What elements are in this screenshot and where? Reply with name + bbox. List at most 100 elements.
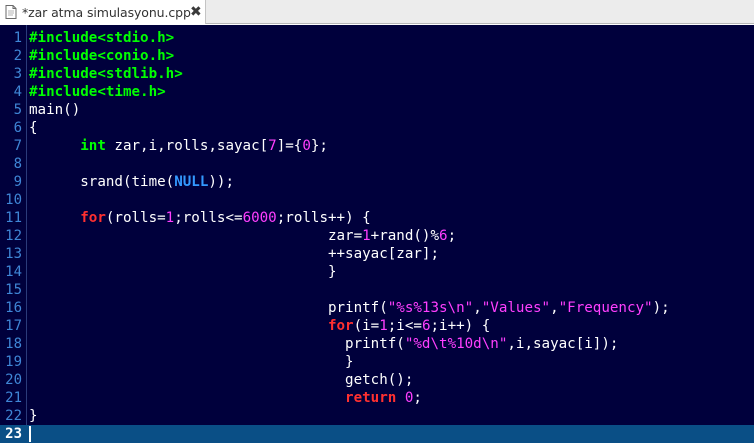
code-token-number: 1 [165, 210, 175, 226]
code-token-string: "%d [404, 336, 431, 352]
code-token-null: NULL [174, 174, 209, 190]
code-line[interactable]: 19 } [0, 353, 754, 371]
code-text: for(i=1;i<=6;i++) { [29, 317, 490, 335]
code-token-plain: zar,i,rolls,sayac[ [105, 138, 269, 154]
code-token-preprocessor: #include [29, 66, 98, 82]
code-token-number: 1 [379, 318, 388, 334]
code-line[interactable]: 14 } [0, 263, 754, 281]
code-token-plain: ); [652, 300, 670, 316]
code-token-string: " [464, 300, 474, 316]
code-token-plain: ; [447, 228, 457, 244]
code-text: } [29, 407, 38, 425]
line-number: 20 [5, 372, 22, 388]
code-line[interactable]: 1 #include<stdio.h> [0, 29, 754, 47]
code-text: #include<time.h> [29, 83, 166, 101]
code-text: int zar,i,rolls,sayac[7]={0}; [29, 137, 328, 155]
code-line[interactable]: 12 zar=1+rand()%6; [0, 227, 754, 245]
code-token-string: %10d [447, 336, 482, 352]
line-number: 8 [13, 156, 22, 172]
line-number: 22 [5, 408, 22, 424]
code-line[interactable]: 6{ [0, 119, 754, 137]
code-text: } [29, 263, 337, 281]
code-token-plain: (rolls= [105, 210, 166, 226]
code-token-plain: +rand()% [370, 228, 440, 244]
line-number: 4 [13, 84, 22, 100]
code-line[interactable]: 23 [0, 425, 754, 443]
line-number: 19 [5, 354, 22, 370]
code-text: } [29, 353, 354, 371]
code-line[interactable]: 8 [0, 155, 754, 173]
code-token-string: "%s%13s [387, 300, 448, 316]
code-token-escape: \n [481, 336, 499, 352]
code-line[interactable]: 4 #include<time.h> [0, 83, 754, 101]
code-line[interactable]: 21 return 0; [0, 389, 754, 407]
code-token-number: 6000 [242, 210, 277, 226]
code-line[interactable]: 15 [0, 281, 754, 299]
code-lines: 1 #include<stdio.h> 2 #include<conio.h> 3 #in… [0, 29, 754, 443]
code-text: main() [29, 101, 80, 119]
code-token-plain: ++sayac[zar]; [29, 246, 439, 262]
close-icon[interactable]: ✖ [190, 4, 202, 20]
line-number: 15 [5, 282, 22, 298]
code-line[interactable]: 16 printf("%s%13s\n","Values","Frequency… [0, 299, 754, 317]
code-token-plain: (i= [353, 318, 380, 334]
code-line[interactable]: 22} [0, 407, 754, 425]
code-text: srand(time(NULL)); [29, 173, 234, 191]
code-line[interactable]: 2 #include<conio.h> [0, 47, 754, 65]
code-line[interactable]: 7 int zar,i,rolls,sayac[7]={0}; [0, 137, 754, 155]
code-token-plain: ,i,sayac[i]); [507, 336, 619, 352]
line-number: 7 [13, 138, 22, 154]
code-editor[interactable]: 1 #include<stdio.h> 2 #include<conio.h> 3 #in… [0, 25, 754, 443]
code-token-plain: , [473, 300, 482, 316]
line-number: 23 [5, 426, 22, 442]
code-token-number: 6 [439, 228, 448, 244]
line-number: 17 [5, 318, 22, 334]
code-token-plain: } [29, 354, 354, 370]
code-token-keyword: for [327, 318, 354, 334]
tab-title: *zar atma simulasyonu.cpp [22, 4, 191, 20]
code-token-plain: srand(time( [29, 174, 175, 190]
line-number: 2 [13, 48, 22, 64]
code-line[interactable]: 9 srand(time(NULL)); [0, 173, 754, 191]
code-text: ++sayac[zar]; [29, 245, 439, 263]
code-token-preprocessor: #include [29, 84, 98, 100]
code-line[interactable]: 5 main() [0, 101, 754, 119]
code-line[interactable]: 11 for(rolls=1;rolls<=6000;rolls++) { [0, 209, 754, 227]
code-token-plain: getch(); [29, 372, 414, 388]
code-line[interactable]: 18 printf("%d\t%10d\n",i,sayac[i]); [0, 335, 754, 353]
line-number: 10 [5, 192, 22, 208]
code-token-header: <stdio.h> [97, 30, 175, 46]
code-token-type: int [80, 138, 106, 154]
code-token-plain: ;i<= [387, 318, 422, 334]
code-line[interactable]: 3 #include<stdlib.h> [0, 65, 754, 83]
code-token-plain: { [29, 120, 38, 136]
code-line[interactable]: 17 for(i=1;i<=6;i++) { [0, 317, 754, 335]
code-text: { [29, 119, 38, 137]
text-file-icon [5, 5, 17, 19]
code-line[interactable]: 10 [0, 191, 754, 209]
code-token-plain: printf( [29, 336, 405, 352]
code-token-keyword: return [345, 390, 397, 406]
line-number: 14 [5, 264, 22, 280]
code-token-plain: ]={ [276, 138, 303, 154]
code-token-header: <stdlib.h> [97, 66, 183, 82]
code-token-plain: , [550, 300, 559, 316]
code-token-plain: ;i++) { [430, 318, 491, 334]
code-token-plain: )); [208, 174, 235, 190]
code-token-header: <conio.h> [97, 48, 175, 64]
line-number: 16 [5, 300, 22, 316]
line-number: 18 [5, 336, 22, 352]
code-token-plain: ;rolls++) { [276, 210, 371, 226]
code-token-escape: \n [447, 300, 465, 316]
code-line[interactable]: 20 getch(); [0, 371, 754, 389]
code-text: printf("%s%13s\n","Values","Frequency"); [29, 299, 670, 317]
code-text: for(rolls=1;rolls<=6000;rolls++) { [29, 209, 371, 227]
code-token-string: "Frequency" [558, 300, 653, 316]
code-line[interactable]: 13 ++sayac[zar]; [0, 245, 754, 263]
tab-zar-atma-simulasyonu[interactable]: *zar atma simulasyonu.cpp ✖ [0, 0, 206, 24]
text-cursor [29, 426, 31, 442]
code-token-string: "Values" [481, 300, 551, 316]
